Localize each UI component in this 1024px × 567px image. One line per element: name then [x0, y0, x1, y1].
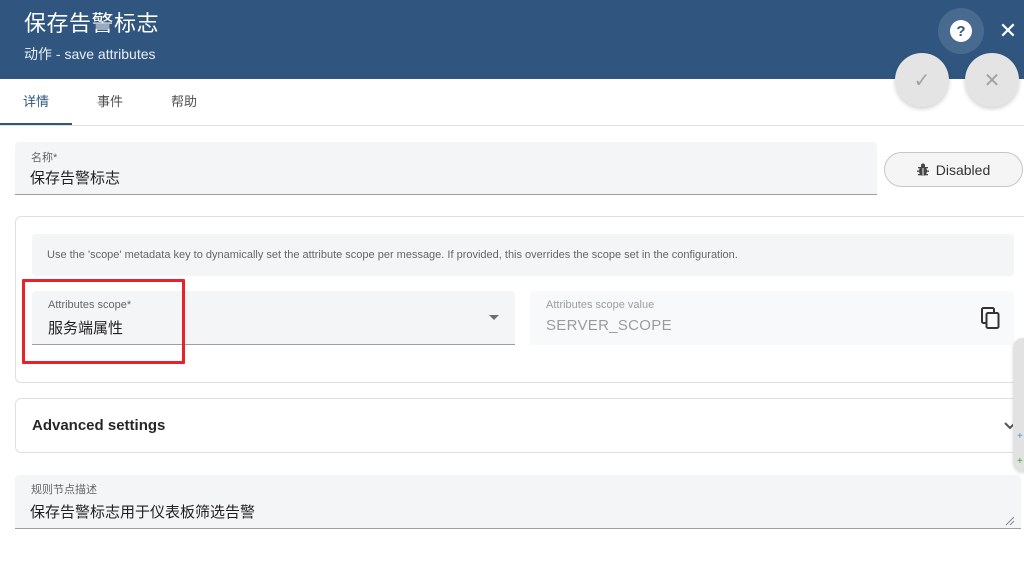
side-floating-widget[interactable]: [1013, 338, 1024, 472]
side-widget-plus-icon[interactable]: +: [1017, 456, 1023, 467]
tab-bar: 详情 事件 帮助: [0, 79, 1024, 126]
highlight-box: [22, 279, 185, 364]
dialog-header: 保存告警标志 动作 - save attributes ? ✕: [0, 0, 1024, 79]
help-circle-icon: ?: [950, 20, 972, 42]
attributes-scope-value-text: SERVER_SCOPE: [546, 317, 672, 334]
scope-hint-text: Use the 'scope' metadata key to dynamica…: [32, 234, 1014, 276]
active-tab-indicator: [0, 123, 72, 125]
advanced-settings-title[interactable]: Advanced settings: [32, 417, 165, 434]
debug-mode-label: Disabled: [935, 161, 991, 178]
name-field[interactable]: 名称* 保存告警标志: [15, 142, 877, 195]
tab-help[interactable]: 帮助: [148, 79, 220, 125]
dialog-title: 保存告警标志: [24, 11, 160, 36]
attributes-scope-value-label: Attributes scope value: [546, 299, 655, 311]
tab-events[interactable]: 事件: [74, 79, 146, 125]
resize-handle-icon[interactable]: [1005, 513, 1015, 526]
side-widget-plus-icon[interactable]: +: [1017, 431, 1023, 442]
help-button[interactable]: ?: [938, 8, 984, 54]
debug-mode-button[interactable]: Disabled: [884, 152, 1023, 187]
description-field[interactable]: 规则节点描述 保存告警标志用于仪表板筛选告警: [15, 475, 1021, 529]
tab-details[interactable]: 详情: [0, 79, 72, 125]
description-value[interactable]: 保存告警标志用于仪表板筛选告警: [30, 501, 255, 522]
name-field-value[interactable]: 保存告警标志: [30, 167, 120, 188]
attributes-scope-value-field: Attributes scope value SERVER_SCOPE: [530, 291, 1014, 345]
advanced-settings-panel[interactable]: [15, 398, 1024, 453]
bug-icon: [916, 163, 929, 177]
description-label: 规则节点描述: [31, 484, 97, 496]
name-field-label: 名称*: [31, 152, 58, 164]
dialog-subtitle: 动作 - save attributes: [24, 46, 156, 62]
dropdown-arrow-icon[interactable]: [489, 315, 499, 320]
close-icon[interactable]: ✕: [994, 17, 1022, 45]
copy-icon[interactable]: [980, 307, 1002, 331]
